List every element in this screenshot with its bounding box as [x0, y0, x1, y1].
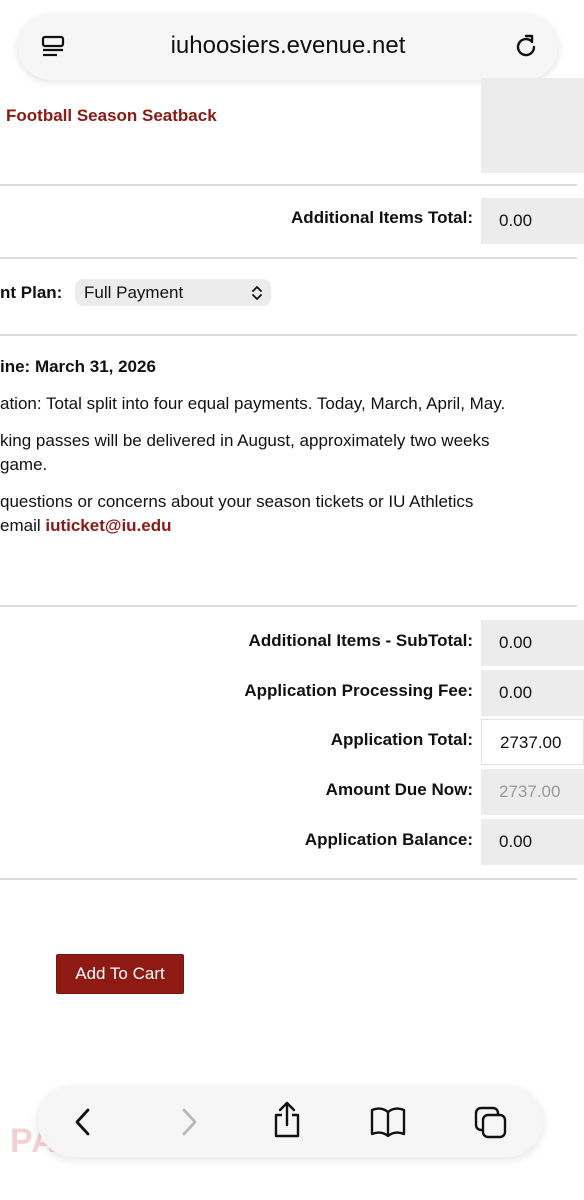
- processing-fee-label: Application Processing Fee:: [244, 681, 473, 700]
- deadline-text: ine: March 31, 2026: [0, 357, 156, 376]
- tabs-icon[interactable]: [473, 1105, 509, 1146]
- parking-info-text-cont: game.: [0, 455, 48, 474]
- share-icon[interactable]: [272, 1101, 302, 1144]
- header-gray-panel: [481, 78, 584, 173]
- amount-due-label: Amount Due Now:: [325, 780, 473, 799]
- application-balance-label: Application Balance:: [304, 830, 473, 849]
- additional-items-total-label: Additional Items Total:: [291, 208, 473, 227]
- payment-plan-label: nt Plan:: [0, 283, 63, 302]
- divider: [0, 334, 577, 336]
- add-to-cart-button[interactable]: Add To Cart: [56, 954, 184, 994]
- divider: [0, 184, 577, 186]
- payment-info-text: ation: Total split into four equal payme…: [0, 394, 506, 413]
- back-icon[interactable]: [72, 1107, 94, 1142]
- bookmarks-icon[interactable]: [369, 1106, 407, 1143]
- divider: [0, 257, 577, 259]
- url-text: iuhoosiers.evenue.net: [170, 32, 406, 59]
- payment-plan-select[interactable]: Full Payment: [75, 279, 271, 306]
- contact-email-link[interactable]: iuticket@iu.edu: [45, 516, 171, 535]
- chevron-up-down-icon: [251, 285, 263, 306]
- contact-email-prefix: email: [0, 516, 46, 535]
- page-title: Football Season Seatback: [6, 106, 217, 125]
- application-balance-value: 0.00: [481, 819, 584, 865]
- application-total-value: 2737.00: [481, 719, 584, 765]
- subtotal-label: Additional Items - SubTotal:: [248, 631, 473, 650]
- browser-toolbar: [38, 1087, 542, 1157]
- amount-due-value: 2737.00: [481, 769, 584, 815]
- subtotal-value: 0.00: [481, 620, 584, 666]
- payment-plan-value: Full Payment: [84, 283, 184, 302]
- divider: [0, 605, 577, 607]
- divider: [0, 878, 577, 880]
- processing-fee-value: 0.00: [481, 670, 584, 716]
- application-total-label: Application Total:: [330, 730, 473, 749]
- forward-icon[interactable]: [178, 1107, 200, 1142]
- contact-info-text: questions or concerns about your season …: [0, 492, 474, 511]
- browser-address-bar[interactable]: iuhoosiers.evenue.net: [18, 14, 558, 80]
- reload-icon[interactable]: [512, 33, 540, 66]
- additional-items-total-value: 0.00: [481, 198, 584, 244]
- parking-info-text: king passes will be delivered in August,…: [0, 431, 490, 450]
- contact-info-text-cont: email iuticket@iu.edu: [0, 514, 172, 538]
